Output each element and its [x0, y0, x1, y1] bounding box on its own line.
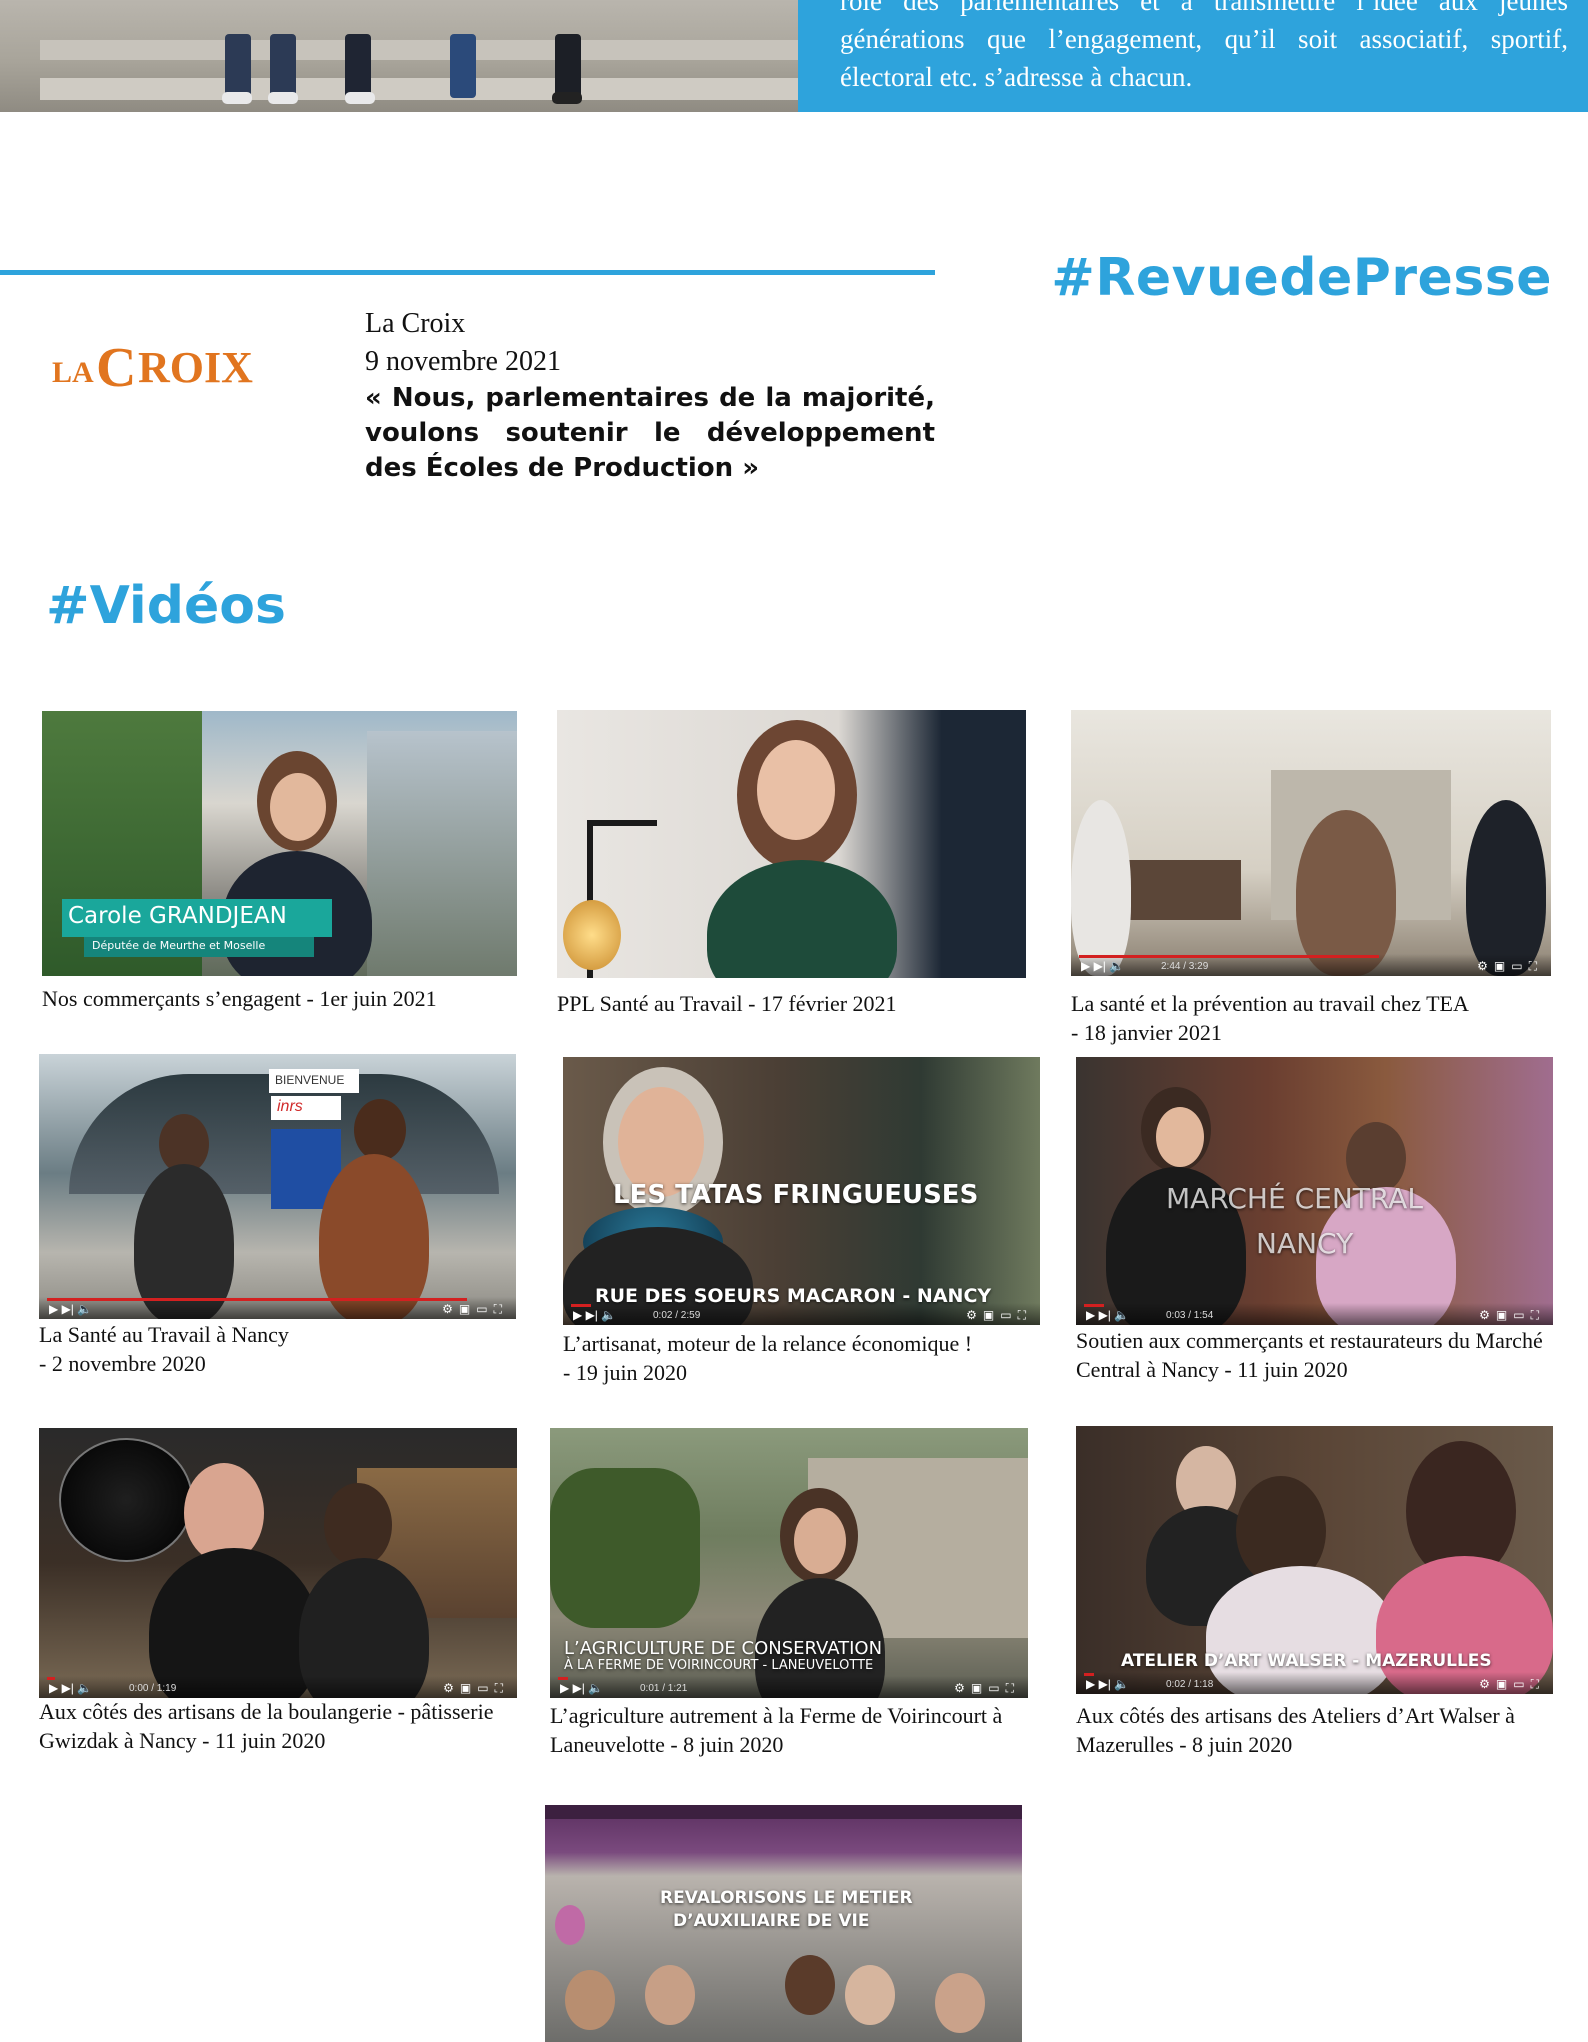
sign-text: BIENVENUE: [275, 1073, 345, 1087]
video-time: 0:00 / 1:19: [129, 1683, 177, 1694]
video-time: 2:44 / 3:29: [1161, 961, 1209, 972]
video-thumbnail[interactable]: LES TATAS FRINGUEUSES RUE DES SOEURS MAC…: [563, 1057, 1040, 1325]
settings-icon[interactable]: ⚙▣▭⛶: [954, 1682, 1020, 1694]
svg-text:C: C: [96, 337, 136, 398]
play-icon[interactable]: ▶ ▶| 🔈: [1081, 960, 1124, 972]
intro-text: rôle des parlementaires et à transmettre…: [840, 0, 1568, 92]
svg-text:ROIX: ROIX: [138, 343, 253, 392]
videos-heading: #Vidéos: [46, 576, 286, 636]
settings-icon[interactable]: ⚙▣▭⛶: [966, 1309, 1032, 1321]
video-thumbnail[interactable]: L’AGRICULTURE DE CONSERVATION À LA FERME…: [550, 1428, 1028, 1698]
press-source: La Croix: [365, 308, 466, 339]
video-overlay-title: REVALORISONS LE METIER: [660, 1888, 913, 1908]
settings-icon[interactable]: ⚙▣▭⛶: [1477, 960, 1543, 972]
settings-icon[interactable]: ⚙▣▭⛶: [1479, 1678, 1545, 1690]
video-thumbnail[interactable]: MARCHÉ CENTRAL NANCY ▶ ▶| 🔈 0:03 / 1:54 …: [1076, 1057, 1553, 1325]
video-caption[interactable]: Nos commerçants s’engagent - 1er juin 20…: [42, 984, 522, 1013]
play-icon[interactable]: ▶ ▶| 🔈: [1086, 1678, 1129, 1690]
top-photo: [0, 0, 798, 112]
svg-text:LA: LA: [52, 356, 94, 389]
video-overlay-title: LES TATAS FRINGUEUSES: [613, 1180, 979, 1210]
video-overlay-title: ATELIER D’ART WALSER - MAZERULLES: [1121, 1651, 1492, 1671]
video-overlay-subtitle: D’AUXILIAIRE DE VIE: [673, 1911, 870, 1931]
play-icon[interactable]: ▶ ▶| 🔈: [49, 1303, 92, 1315]
video-caption[interactable]: La Santé au Travail à Nancy - 2 novembre…: [39, 1320, 519, 1378]
sign-logo: inrs: [277, 1098, 303, 1115]
video-caption[interactable]: Aux côtés des artisans des Ateliers d’Ar…: [1076, 1701, 1556, 1759]
video-caption[interactable]: Soutien aux commerçants et restaurateurs…: [1076, 1326, 1556, 1384]
play-icon[interactable]: ▶ ▶| 🔈: [49, 1682, 92, 1694]
video-caption[interactable]: Aux côtés des artisans de la boulangerie…: [39, 1697, 509, 1755]
video-caption[interactable]: La santé et la prévention au travail che…: [1071, 989, 1551, 1047]
video-overlay-title: MARCHÉ CENTRAL: [1166, 1182, 1423, 1215]
video-overlay-title: L’AGRICULTURE DE CONSERVATION: [564, 1638, 883, 1659]
video-overlay-role: Députée de Meurthe et Moselle: [92, 939, 266, 952]
press-date: 9 novembre 2021: [365, 346, 561, 377]
video-caption[interactable]: L’agriculture autrement à la Ferme de Vo…: [550, 1701, 1020, 1759]
settings-icon[interactable]: ⚙▣▭⛶: [1479, 1309, 1545, 1321]
video-time: 0:01 / 1:21: [640, 1683, 688, 1694]
play-icon[interactable]: ▶ ▶| 🔈: [1086, 1309, 1129, 1321]
video-thumbnail[interactable]: BIENVENUE inrs ▶ ▶| 🔈 ⚙▣▭⛶: [39, 1054, 516, 1319]
section-rule: [0, 270, 935, 275]
settings-icon[interactable]: ⚙▣▭⛶: [442, 1303, 508, 1315]
video-thumbnail[interactable]: [557, 710, 1026, 978]
la-croix-logo[interactable]: LA C ROIX: [52, 328, 322, 398]
video-thumbnail[interactable]: Carole GRANDJEAN Députée de Meurthe et M…: [42, 711, 517, 976]
video-overlay-name: Carole GRANDJEAN: [68, 903, 287, 929]
video-time: 0:03 / 1:54: [1166, 1310, 1214, 1321]
video-thumbnail[interactable]: ▶ ▶| 🔈 2:44 / 3:29 ⚙▣▭⛶: [1071, 710, 1551, 976]
intro-text-box: rôle des parlementaires et à transmettre…: [798, 0, 1588, 112]
video-caption[interactable]: L’artisanat, moteur de la relance économ…: [563, 1329, 1043, 1387]
video-thumbnail[interactable]: ATELIER D’ART WALSER - MAZERULLES ▶ ▶| 🔈…: [1076, 1426, 1553, 1694]
video-time: 0:02 / 2:59: [653, 1310, 701, 1321]
play-icon[interactable]: ▶ ▶| 🔈: [573, 1309, 616, 1321]
video-thumbnail[interactable]: REVALORISONS LE METIER D’AUXILIAIRE DE V…: [545, 1805, 1022, 2042]
press-heading: #RevuedePresse: [1051, 248, 1552, 308]
settings-icon[interactable]: ⚙▣▭⛶: [443, 1682, 509, 1694]
video-overlay-subtitle: NANCY: [1256, 1227, 1354, 1260]
video-time: 0:02 / 1:18: [1166, 1679, 1214, 1690]
press-article[interactable]: La Croix 9 novembre 2021 « Nous, parleme…: [365, 305, 935, 486]
video-overlay-subtitle: À LA FERME DE VOIRINCOURT - LANEUVELOTTE: [564, 1658, 874, 1673]
play-icon[interactable]: ▶ ▶| 🔈: [560, 1682, 603, 1694]
press-title: « Nous, parlementaires de la majorité, v…: [365, 383, 935, 483]
video-caption[interactable]: PPL Santé au Travail - 17 février 2021: [557, 989, 1027, 1018]
video-thumbnail[interactable]: ▶ ▶| 🔈 0:00 / 1:19 ⚙▣▭⛶: [39, 1428, 517, 1698]
